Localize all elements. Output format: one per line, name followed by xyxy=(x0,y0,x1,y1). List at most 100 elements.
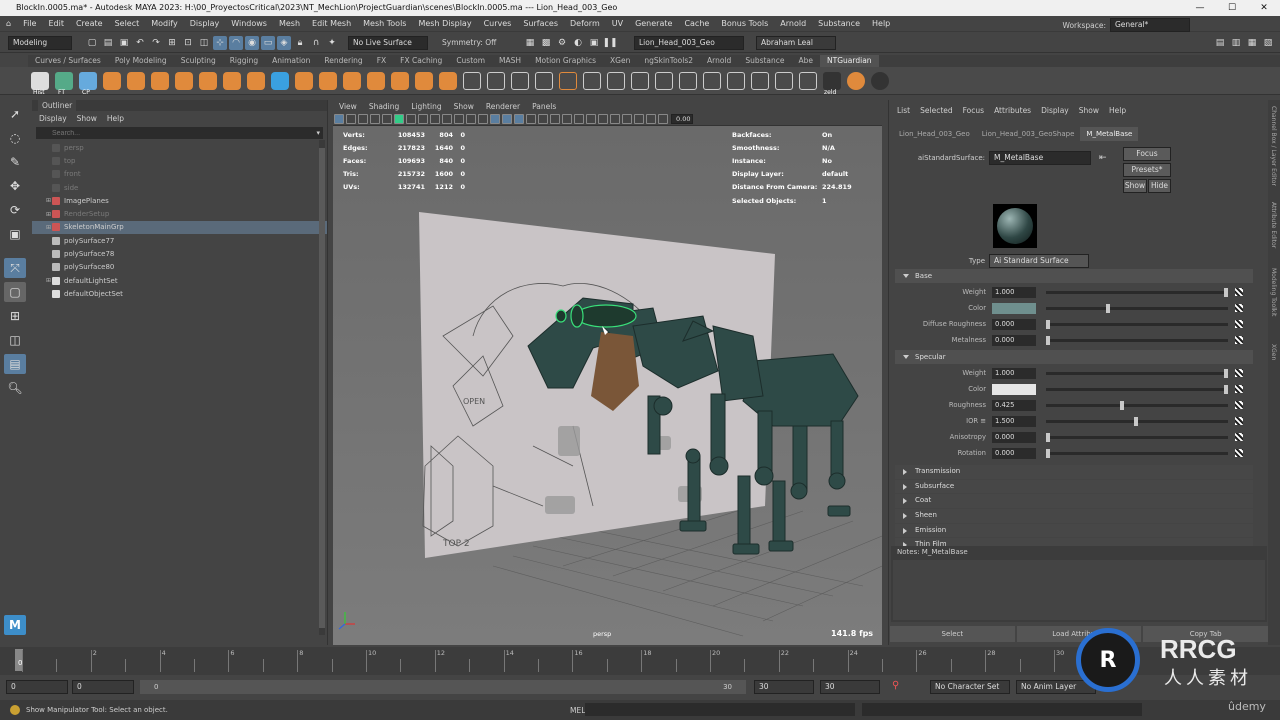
menu-bonus-tools[interactable]: Bonus Tools xyxy=(715,16,774,32)
object-name-field[interactable]: Lion_Head_003_Geo xyxy=(634,35,744,50)
attr-menu-list[interactable]: List xyxy=(892,106,915,115)
outliner-item-rendersetup[interactable]: ⊞ RenderSetup xyxy=(32,207,327,220)
history-icon[interactable]: Hist xyxy=(31,71,49,96)
viewport-menu-panels[interactable]: Panels xyxy=(526,100,562,113)
attr-button-select[interactable]: Select xyxy=(890,626,1015,642)
new-scene-icon[interactable]: ▢ xyxy=(85,36,99,50)
map-button-icon[interactable] xyxy=(1235,401,1243,409)
render-frame-icon[interactable]: ▦ xyxy=(523,36,537,50)
outliner-tab[interactable]: Outliner xyxy=(38,100,77,111)
close-button[interactable]: ✕ xyxy=(1248,0,1280,16)
menu-mesh-tools[interactable]: Mesh Tools xyxy=(357,16,412,32)
base-weight-slider[interactable] xyxy=(1046,288,1228,297)
exposure-field[interactable]: 0.00 xyxy=(671,114,693,124)
spec-roughness-slider[interactable] xyxy=(1046,401,1228,410)
spec-weight-field[interactable]: 1.000 xyxy=(992,367,1036,379)
shelf-tab-mash[interactable]: MASH xyxy=(492,55,528,67)
tool-settings-icon[interactable]: ▦ xyxy=(1245,36,1259,50)
anim-start-field[interactable]: 0 xyxy=(6,680,68,694)
exposure-icon[interactable] xyxy=(658,114,668,124)
pause-icon[interactable]: ❚❚ xyxy=(602,36,617,50)
playback-end-field[interactable]: 30 xyxy=(754,680,814,694)
map-button-icon[interactable] xyxy=(1235,385,1243,393)
snap-vertex-icon[interactable]: ✦ xyxy=(325,36,339,50)
poly-cylinder-icon[interactable] xyxy=(175,71,193,90)
poly-cube-alt-icon[interactable] xyxy=(151,71,169,90)
shelf-tab-animation[interactable]: Animation xyxy=(265,55,317,67)
auto-key-icon[interactable]: ⚲ xyxy=(892,680,899,691)
right-tab-modeling-toolkit[interactable]: Modeling Toolkit xyxy=(1270,268,1277,338)
script-language[interactable]: MEL xyxy=(570,706,585,715)
bevel-icon[interactable] xyxy=(607,71,625,90)
section-sheen[interactable]: Sheen xyxy=(895,509,1253,523)
duplicate-icon[interactable] xyxy=(703,71,721,90)
expand-icon[interactable]: ⊞ xyxy=(46,211,51,218)
anim-end-field[interactable]: 30 xyxy=(820,680,880,694)
shelf-tab-custom[interactable]: Custom xyxy=(449,55,492,67)
separate-icon[interactable] xyxy=(535,71,553,90)
aa-icon[interactable] xyxy=(586,114,596,124)
expand-icon[interactable]: ⊞ xyxy=(46,277,51,284)
render-sphere-icon[interactable] xyxy=(847,71,865,90)
paint-select-icon[interactable]: ✎ xyxy=(4,152,26,172)
menu-windows[interactable]: Windows xyxy=(225,16,273,32)
presets-button[interactable]: Presets* xyxy=(1123,163,1171,177)
poly-bolt-icon[interactable] xyxy=(199,71,217,90)
outliner-item-side[interactable]: side xyxy=(32,181,327,194)
base-color-slider[interactable] xyxy=(1046,304,1228,313)
select-tool-icon[interactable]: ➚ xyxy=(4,104,26,124)
poly-sphere-icon[interactable] xyxy=(127,71,145,90)
soften-icon[interactable] xyxy=(775,71,793,90)
anisotropy-field[interactable]: 0.000 xyxy=(992,431,1036,443)
viewport-menu-show[interactable]: Show xyxy=(448,100,480,113)
outliner-item-polysurface77[interactable]: polySurface77 xyxy=(32,234,327,247)
snap-grid-icon[interactable]: ⊹ xyxy=(213,35,227,50)
menu-edit-mesh[interactable]: Edit Mesh xyxy=(306,16,357,32)
notes-area[interactable]: Notes: M_MetalBase xyxy=(891,546,1267,622)
shelf-tab-xgen[interactable]: XGen xyxy=(603,55,637,67)
show-button[interactable]: Show xyxy=(1123,179,1147,193)
xray-icon[interactable] xyxy=(622,114,632,124)
select-component-icon[interactable]: ◫ xyxy=(197,36,211,50)
ior-slider[interactable] xyxy=(1046,417,1228,426)
spec-color-swatch[interactable] xyxy=(992,383,1036,395)
outliner-item-top[interactable]: top xyxy=(32,154,327,167)
attr-menu-attributes[interactable]: Attributes xyxy=(989,106,1036,115)
single-pane-icon[interactable]: ▢ xyxy=(4,282,26,302)
right-tab-attribute-editor[interactable]: Attribute Editor xyxy=(1270,202,1277,262)
ipr-icon[interactable]: ▩ xyxy=(539,36,553,50)
four-pane-icon[interactable]: ⊞ xyxy=(4,306,26,326)
snap-surface-icon[interactable]: ◈ xyxy=(277,35,291,50)
default-material-icon[interactable] xyxy=(514,114,524,124)
select-camera-icon[interactable] xyxy=(334,114,344,124)
map-button-icon[interactable] xyxy=(1235,433,1243,441)
gate-mask-icon[interactable] xyxy=(442,114,452,124)
anisotropy-slider[interactable] xyxy=(1046,433,1228,442)
outliner-menu-show[interactable]: Show xyxy=(72,114,102,123)
symmetry-field[interactable]: Symmetry: Off xyxy=(442,38,512,47)
shelf-tab-poly-modeling[interactable]: Poly Modeling xyxy=(108,55,174,67)
section-base[interactable]: Base xyxy=(895,269,1253,283)
rotate-tool-icon[interactable]: ⟳ xyxy=(4,200,26,220)
extract-icon[interactable] xyxy=(559,71,577,90)
snap-point-icon[interactable]: ◉ xyxy=(245,35,259,50)
diffuse-roughness-slider[interactable] xyxy=(1046,320,1228,329)
magnet-icon[interactable]: ∩ xyxy=(309,36,323,50)
outliner-search[interactable]: ▾ xyxy=(36,127,323,139)
menu-file[interactable]: File xyxy=(17,16,42,32)
resolution-gate-icon[interactable] xyxy=(430,114,440,124)
expand-icon[interactable]: ⊞ xyxy=(46,197,51,204)
search-dropdown-icon[interactable]: ▾ xyxy=(316,129,320,137)
maximize-button[interactable]: ☐ xyxy=(1216,0,1248,16)
base-weight-field[interactable]: 1.000 xyxy=(992,286,1036,298)
attr-tab-lion-head-003-geo[interactable]: Lion_Head_003_Geo xyxy=(893,127,976,141)
right-tab-xgen[interactable]: XGen xyxy=(1270,344,1277,374)
poly-gem-icon[interactable] xyxy=(367,71,385,90)
shelf-tab-fx[interactable]: FX xyxy=(370,55,393,67)
image-plane-icon[interactable] xyxy=(370,114,380,124)
menu-cache[interactable]: Cache xyxy=(678,16,715,32)
bridge-icon[interactable] xyxy=(487,71,505,90)
outliner-item-defaultobjectset[interactable]: defaultObjectSet xyxy=(32,287,327,300)
input-output-icon[interactable]: ⇤ xyxy=(1099,153,1107,163)
range-slider[interactable]: 0 30 xyxy=(140,680,746,694)
